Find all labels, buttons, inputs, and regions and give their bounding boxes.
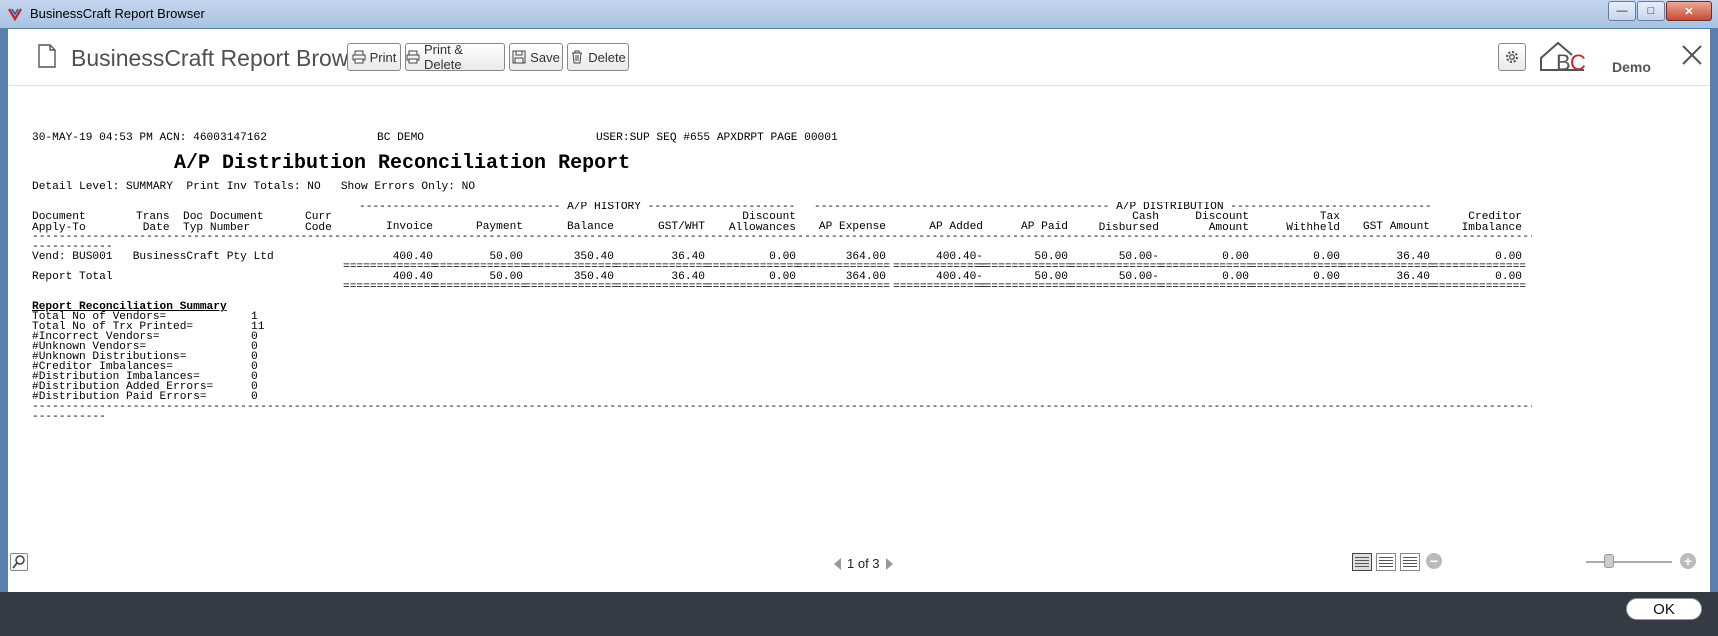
double-rule: ============== (1432, 281, 1526, 293)
floppy-disk-icon (512, 50, 526, 64)
report-parameters: Detail Level: SUMMARY Print Inv Totals: … (32, 181, 476, 193)
double-rule: ============== (343, 281, 437, 293)
column-header: Discount Amount (1195, 211, 1249, 234)
pager: 1 of 3 (834, 556, 893, 571)
window-titlebar: BusinessCraft Report Browser — □ ✕ (0, 0, 1718, 28)
search-icon (12, 555, 25, 569)
company-name: Demo (1612, 59, 1651, 75)
delete-label: Delete (588, 49, 626, 65)
zoom-out-icon[interactable]: − (1426, 553, 1442, 569)
single-page-view-button[interactable] (1352, 553, 1372, 571)
report-header-right: USER:SUP SEQ #655 APXDRPT PAGE 00001 (596, 132, 838, 144)
app-icon (8, 8, 22, 21)
document-icon (38, 44, 56, 68)
vendor-row-label: Vend: BUS001 BusinessCraft Pty Ltd (32, 251, 274, 263)
delete-button[interactable]: Delete (567, 43, 629, 71)
double-rule: ============== (893, 281, 987, 293)
double-rule: ============== (1340, 281, 1434, 293)
ok-button[interactable]: OK (1626, 598, 1702, 620)
printer-icon (406, 50, 420, 64)
bottom-bar: 1 of 3 − + (8, 551, 1710, 591)
multi-page-view-button[interactable] (1400, 553, 1420, 571)
column-header: Creditor Imbalance (1461, 211, 1522, 234)
end-rule: ----------------------------------------… (32, 402, 1532, 413)
zoom-slider-track[interactable] (1586, 561, 1672, 563)
double-rule: ============== (1250, 281, 1344, 293)
report-header-company: BC DEMO (377, 132, 424, 144)
report-browser-frame: BusinessCraft Report Browser Print Print… (8, 29, 1710, 592)
double-rule: ============== (796, 281, 890, 293)
report-page: 30-MAY-19 04:53 PM ACN: 46003147162 BC D… (8, 86, 1710, 546)
footer-bar: OK (0, 592, 1718, 636)
print-delete-button[interactable]: Print & Delete (405, 42, 505, 72)
save-button[interactable]: Save (509, 43, 563, 71)
window-close-button[interactable]: ✕ (1666, 1, 1712, 21)
double-rule: ============== (1069, 281, 1163, 293)
minimize-button[interactable]: — (1608, 1, 1636, 21)
col-trans-date: Trans Date (136, 211, 170, 234)
zoom-in-icon[interactable]: + (1680, 553, 1696, 569)
svg-text:C: C (1570, 50, 1586, 75)
previous-page-icon[interactable] (834, 557, 841, 570)
printer-icon (352, 50, 366, 64)
col-doc-number: Doc Document Typ Number (183, 211, 264, 234)
print-delete-label: Print & Delete (423, 42, 463, 72)
print-button[interactable]: Print (347, 43, 401, 71)
app-title: BusinessCraft Report Browser (71, 45, 381, 71)
col-document: Document Apply-To (32, 211, 86, 234)
toolbar: BusinessCraft Report Browser Print Print… (8, 29, 1710, 86)
report-header-left: 30-MAY-19 04:53 PM ACN: 46003147162 (32, 132, 267, 144)
search-button[interactable] (10, 553, 28, 571)
ok-label: OK (1653, 600, 1675, 618)
print-label: Print (369, 49, 397, 65)
page-indicator: 1 of 3 (847, 556, 880, 571)
double-rule: ============== (1159, 281, 1253, 293)
gear-icon (1506, 51, 1518, 63)
trash-icon (572, 50, 583, 64)
bc-logo: B C (1540, 41, 1586, 75)
two-page-view-button[interactable] (1376, 553, 1396, 571)
double-rule: ============== (524, 281, 618, 293)
column-header: Cash Disbursed (1098, 211, 1159, 234)
column-header: Tax Withheld (1286, 211, 1340, 234)
svg-text:B: B (1556, 50, 1571, 75)
maximize-button[interactable]: □ (1637, 1, 1665, 21)
end-rule-short: ----------- (32, 411, 106, 423)
double-rule: ============== (978, 281, 1072, 293)
double-rule: ============== (706, 281, 800, 293)
report-title: A/P Distribution Reconciliation Report (174, 152, 631, 175)
double-rule: ============== (615, 281, 709, 293)
col-curr-code: Curr Code (305, 211, 332, 234)
zoom-slider-thumb[interactable] (1604, 554, 1614, 568)
double-rule: ============== (433, 281, 527, 293)
window-title: BusinessCraft Report Browser (30, 6, 205, 21)
settings-button[interactable] (1498, 43, 1526, 71)
save-label: Save (530, 49, 560, 65)
column-header: Discount Allowances (728, 211, 796, 234)
close-icon[interactable] (1678, 41, 1706, 69)
report-total-label: Report Total (32, 271, 113, 283)
next-page-icon[interactable] (885, 557, 893, 570)
header-rule: ----------------------------------------… (32, 232, 1532, 243)
